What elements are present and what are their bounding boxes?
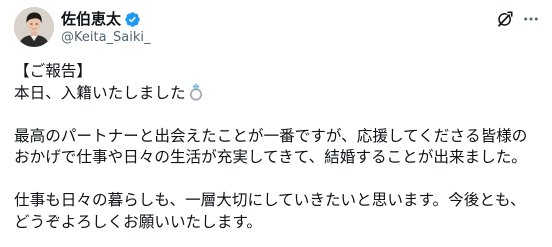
author-name-row: 佐伯恵太	[61, 9, 141, 29]
verified-badge-icon	[124, 11, 141, 28]
author-handle[interactable]: @Keita_Saiki_	[61, 29, 151, 46]
post-text-line: どうぞよろしくお願いいたします。	[14, 212, 262, 231]
post-text-line: おかげで仕事や日々の生活が充実してきて、結婚することが出来ました。	[14, 148, 527, 166]
author-name[interactable]: 佐伯恵太	[61, 9, 121, 29]
avatar[interactable]	[14, 7, 54, 47]
grok-icon	[498, 11, 513, 27]
more-options-button[interactable]	[520, 8, 542, 30]
post-text-line: 最高のパートナーと出会えたことが一番ですが、応援してくださる皆様の	[14, 126, 528, 145]
post-card: 佐伯恵太 @Keita_Saiki_ 【ご報告】 本日、入籍いたしました 最高の…	[0, 0, 552, 247]
post-text-line: 仕事も日々の暮らしも、一層大切にしていきたいと思います。今後とも、	[14, 191, 526, 209]
post-text: 【ご報告】 本日、入籍いたしました 最高のパートナーと出会えたことが一番ですが、…	[14, 61, 548, 233]
avatar-photo	[14, 7, 54, 47]
post-text-line-content: 本日、入籍いたしました	[14, 83, 186, 102]
grok-button[interactable]	[494, 8, 516, 30]
post-text-line: 本日、入籍いたしました	[14, 82, 548, 105]
ring-emoji-icon	[188, 82, 204, 101]
post-text-line: 【ご報告】	[14, 62, 92, 80]
more-options-icon	[524, 17, 538, 21]
